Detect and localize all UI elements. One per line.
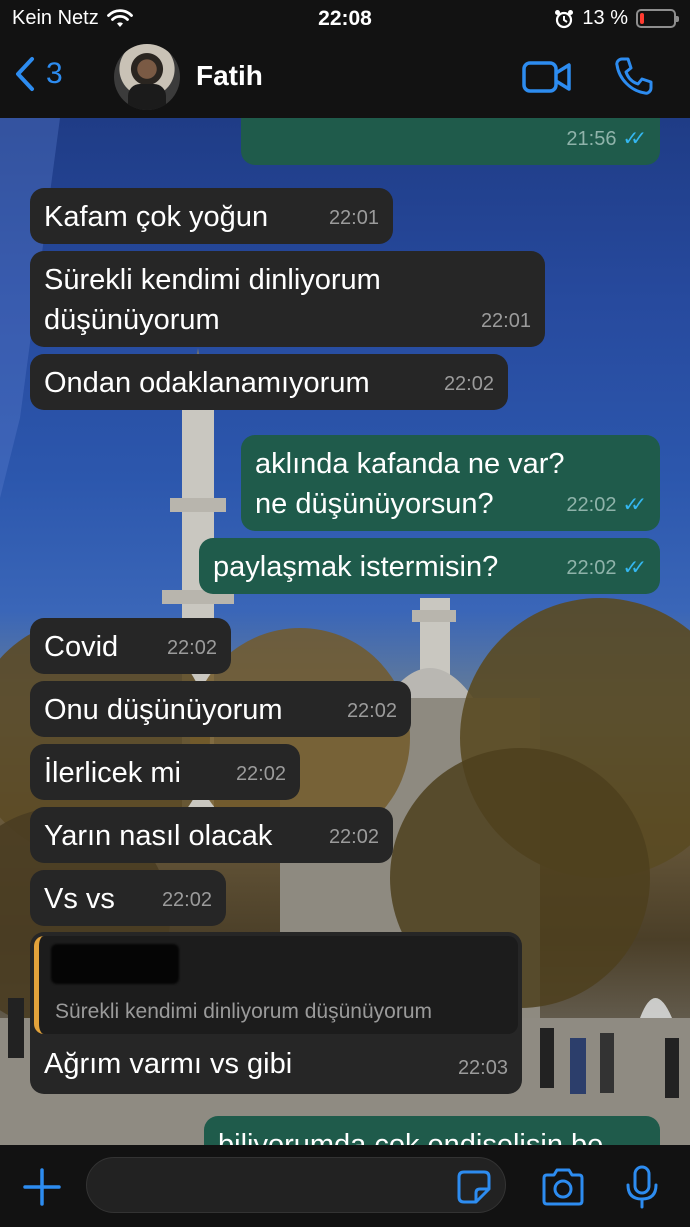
message-text: Onu düşünüyorum (44, 694, 283, 726)
message-bubble-outgoing[interactable]: aklında kafanda ne var? ne düşünüyorsun?… (241, 435, 660, 531)
message-time: 22:02 (566, 557, 617, 579)
message-text: Kafam çok yoğun (44, 201, 269, 233)
video-camera-icon[interactable] (522, 60, 572, 94)
message-time: 21:56 (566, 128, 617, 150)
quoted-message[interactable]: Sürekli kendimi dinliyorum düşünüyorum (34, 936, 518, 1034)
back-button[interactable]: 3 (14, 56, 63, 92)
message-time: 22:01 (480, 310, 531, 332)
chevron-left-icon (16, 57, 34, 91)
message-bubble-incoming[interactable]: Sürekli kendimi dinliyorum düşünüyorum 2… (30, 251, 545, 347)
read-ticks-icon: ✓✓ (622, 557, 646, 579)
message-text: biliyorumda çok endişelisin be (218, 1129, 604, 1145)
message-text: Ağrım varmı vs gibi (44, 1048, 293, 1080)
redacted-sender (51, 944, 179, 984)
input-bar (0, 1145, 690, 1227)
status-bar: Kein Netz 22:08 13 % (0, 0, 690, 38)
message-input[interactable] (86, 1157, 506, 1213)
message-bubble-reply[interactable]: Sürekli kendimi dinliyorum düşünüyorum A… (30, 932, 522, 1094)
chat-area[interactable]: 21:56 ✓✓ Kafam çok yoğun 22:01 Sürekli ke… (0, 118, 690, 1145)
message-text: aklında kafanda ne var? ne düşünüyorsun? (255, 448, 565, 520)
message-text: Sürekli kendimi dinliyorum düşünüyorum (44, 264, 381, 336)
message-bubble-outgoing[interactable]: biliyorumda çok endişelisin be (204, 1116, 660, 1145)
message-time: 22:02 (566, 494, 617, 516)
message-bubble-incoming[interactable]: Onu düşünüyorum 22:02 (30, 681, 411, 737)
message-time: 22:02 (443, 373, 494, 395)
message-text: Ondan odaklanamıyorum (44, 367, 370, 399)
message-bubble-incoming[interactable]: Covid 22:02 (30, 618, 231, 674)
message-text: Yarın nasıl olacak (44, 820, 273, 852)
read-ticks-icon: ✓✓ (622, 128, 646, 150)
message-time: 22:02 (235, 763, 286, 785)
message-time: 22:03 (457, 1057, 508, 1079)
message-text: İlerlicek mi (44, 757, 181, 789)
status-right: 13 % (554, 7, 679, 30)
message-text: paylaşmak istermisin? (213, 551, 499, 583)
avatar[interactable] (114, 44, 180, 110)
message-bubble-incoming[interactable]: Kafam çok yoğun 22:01 (30, 188, 393, 244)
read-ticks-icon: ✓✓ (622, 494, 646, 516)
message-time: 22:02 (161, 889, 212, 911)
alarm-icon (555, 9, 574, 28)
contact-name[interactable]: Fatih (196, 60, 263, 92)
message-time: 22:02 (166, 637, 217, 659)
phone-icon[interactable] (614, 56, 654, 96)
battery-percent: 13 % (582, 7, 628, 29)
chat-header: 3 Fatih (0, 38, 690, 118)
plus-icon[interactable] (22, 1167, 62, 1207)
message-text: Covid (44, 631, 119, 663)
message-bubble-incoming[interactable]: Yarın nasıl olacak 22:02 (30, 807, 393, 863)
message-bubble-outgoing[interactable]: paylaşmak istermisin? 22:02 ✓✓ (199, 538, 660, 594)
message-time: 22:02 (328, 826, 379, 848)
sticker-icon[interactable] (456, 1169, 492, 1205)
message-time: 22:01 (328, 207, 379, 229)
message-text: Vs vs (44, 883, 115, 915)
message-bubble-incoming[interactable]: Ondan odaklanamıyorum 22:02 (30, 354, 508, 410)
microphone-icon[interactable] (624, 1165, 660, 1209)
message-bubble-incoming[interactable]: Vs vs 22:02 (30, 870, 226, 926)
message-time: 22:02 (346, 700, 397, 722)
message-bubble-outgoing[interactable]: 21:56 ✓✓ (241, 118, 660, 165)
battery-icon (636, 9, 679, 28)
unread-count: 3 (46, 57, 63, 90)
message-bubble-incoming[interactable]: İlerlicek mi 22:02 (30, 744, 300, 800)
camera-icon[interactable] (540, 1167, 586, 1207)
quoted-text: Sürekli kendimi dinliyorum düşünüyorum (55, 1000, 432, 1023)
